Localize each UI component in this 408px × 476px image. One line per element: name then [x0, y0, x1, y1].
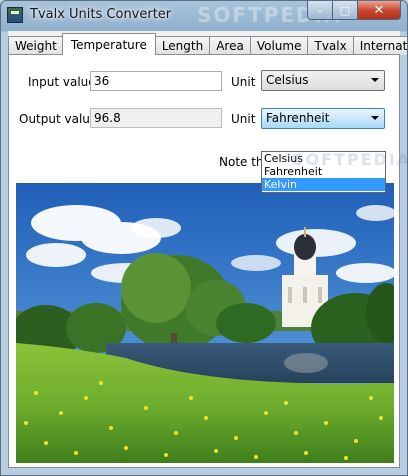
- window-title: Tvalx Units Converter: [30, 7, 172, 22]
- output-value-label: Output value: [19, 112, 98, 126]
- landscape-image: [16, 183, 394, 463]
- output-unit-dropdown: Celsius Fahrenheit Kelvin SOFTPEDIA: [261, 150, 407, 193]
- output-unit-value: Fahrenheit: [266, 111, 330, 125]
- maximize-icon: □: [339, 3, 351, 17]
- input-unit-value: Celsius: [266, 73, 309, 87]
- chevron-down-icon: [371, 116, 379, 120]
- temperature-panel: Input value 36 Unit Celsius Output value…: [8, 54, 407, 468]
- input-value-label: Input value: [28, 75, 96, 89]
- close-icon: ✕: [373, 2, 385, 18]
- watermark-dropdown: SOFTPEDIA: [292, 150, 408, 169]
- maximize-button[interactable]: □: [333, 1, 358, 20]
- tab-international[interactable]: International: [352, 36, 407, 55]
- input-unit-label: Unit: [231, 75, 256, 89]
- output-value-field[interactable]: 96.8: [90, 108, 222, 128]
- tab-temperature[interactable]: Temperature: [61, 33, 156, 55]
- app-icon: [7, 7, 23, 23]
- tab-weight[interactable]: Weight: [8, 36, 64, 55]
- close-button[interactable]: ✕: [358, 1, 401, 20]
- output-unit-select[interactable]: Fahrenheit: [261, 108, 385, 129]
- tab-area[interactable]: Area: [209, 36, 251, 55]
- dropdown-option-kelvin[interactable]: Kelvin: [262, 178, 385, 191]
- window-controls: – □ ✕: [307, 1, 401, 20]
- title-bar[interactable]: Tvalx Units Converter SOFTPEDIA – □ ✕: [1, 1, 407, 30]
- chevron-down-icon: [371, 78, 379, 82]
- tab-volume[interactable]: Volume: [249, 36, 309, 55]
- minimize-icon: –: [317, 3, 323, 17]
- client-area: Weight Temperature Length Area Volume Tv…: [8, 31, 407, 468]
- tab-length[interactable]: Length: [154, 36, 211, 55]
- tab-strip: Weight Temperature Length Area Volume Tv…: [8, 33, 407, 55]
- landscape-photo: [16, 183, 394, 463]
- tab-tvalx[interactable]: Tvalx: [307, 36, 354, 55]
- app-window: Tvalx Units Converter SOFTPEDIA – □ ✕ We…: [0, 0, 408, 476]
- input-unit-select[interactable]: Celsius: [261, 70, 385, 91]
- minimize-button[interactable]: –: [307, 1, 333, 20]
- output-unit-label: Unit: [231, 112, 256, 126]
- input-value-field[interactable]: 36: [90, 71, 222, 91]
